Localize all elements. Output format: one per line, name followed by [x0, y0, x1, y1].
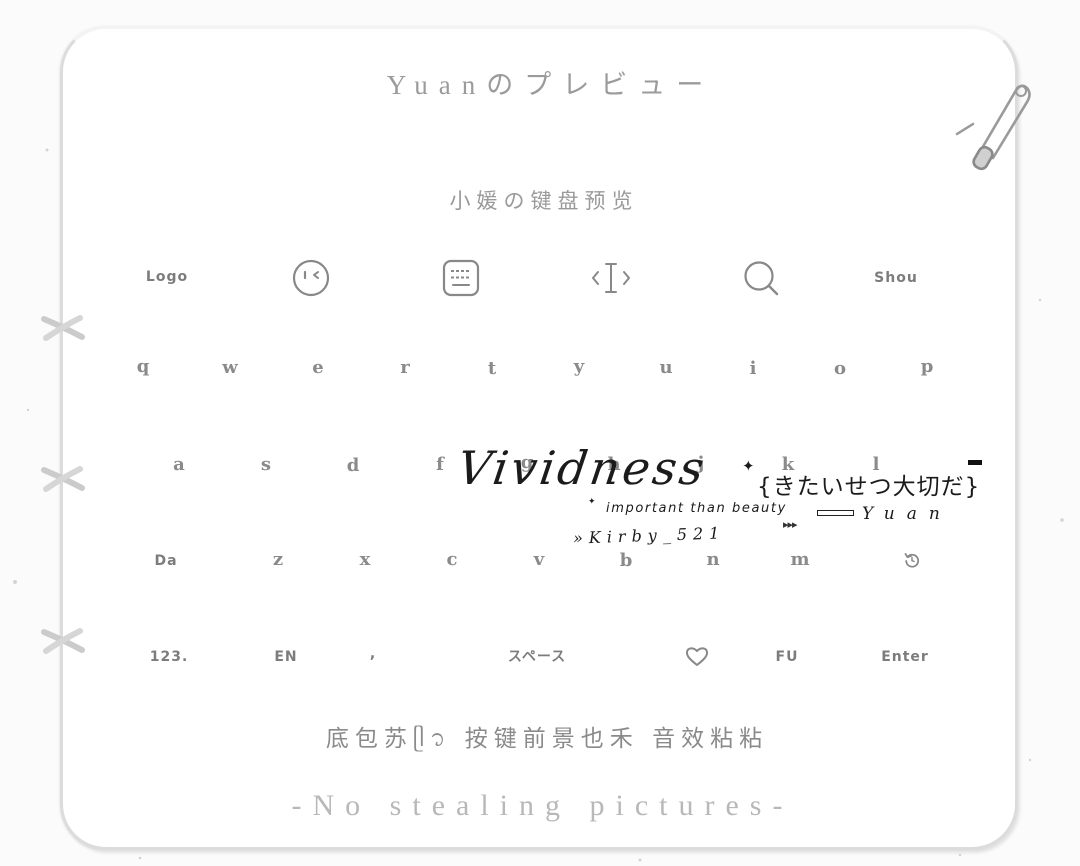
script-word: Vividness — [454, 441, 711, 495]
fu-key[interactable]: FU — [776, 650, 799, 664]
key-e[interactable]: e — [312, 359, 323, 377]
signature: Yuan — [862, 504, 952, 524]
key-m[interactable]: m — [790, 551, 809, 569]
credits-line: 底包苏ᥫ᭡ 按键前景也禾 音效粘粘 — [325, 726, 769, 752]
tagline: important than beauty — [606, 501, 787, 516]
key-y[interactable]: y — [574, 358, 584, 376]
stitch-cross-icon — [38, 626, 88, 656]
japanese-phrase: {きたいせつ大切だ} — [757, 474, 981, 500]
key-s[interactable]: s — [261, 456, 271, 474]
key-v[interactable]: v — [534, 551, 544, 569]
stitch-cross-icon — [38, 464, 88, 494]
key-u[interactable]: u — [659, 359, 672, 377]
keyboard-icon[interactable] — [441, 258, 481, 298]
watermark-footer: -No stealing pictures- — [291, 789, 794, 822]
collapse-key[interactable]: Shou — [874, 271, 918, 285]
key-f[interactable]: f — [436, 456, 444, 474]
key-z[interactable]: z — [273, 551, 283, 569]
enter-key[interactable]: Enter — [881, 650, 929, 664]
key-b[interactable]: b — [620, 552, 633, 570]
language-key[interactable]: EN — [274, 650, 297, 664]
key-n[interactable]: n — [706, 551, 719, 569]
key-r[interactable]: r — [400, 359, 409, 377]
comma-key[interactable]: , — [370, 647, 376, 661]
space-key[interactable]: スペース — [508, 650, 566, 664]
key-c[interactable]: c — [447, 551, 458, 569]
page-title: Yuanのプレビュー — [386, 70, 715, 100]
key-x[interactable]: x — [360, 551, 371, 569]
arrows-decoration: ▸▸▸ — [783, 518, 798, 531]
key-o[interactable]: o — [834, 360, 846, 378]
search-icon[interactable] — [741, 258, 781, 298]
numbers-key[interactable]: 123. — [150, 650, 189, 664]
key-d[interactable]: d — [347, 457, 360, 475]
stitch-cross-icon — [38, 313, 88, 343]
emoji-face-icon[interactable] — [291, 258, 331, 298]
logo-key[interactable]: Logo — [146, 270, 188, 284]
black-bar-decoration — [968, 460, 982, 465]
key-da[interactable]: Da — [154, 554, 177, 568]
key-t[interactable]: t — [488, 360, 496, 378]
key-a[interactable]: a — [173, 456, 185, 474]
cursor-icon[interactable] — [589, 258, 633, 298]
double-line-decoration — [817, 510, 854, 516]
heart-icon[interactable] — [685, 645, 709, 667]
sparkle-icon: ✦ — [742, 457, 755, 475]
key-i[interactable]: i — [750, 360, 757, 378]
undo-icon[interactable] — [903, 551, 921, 569]
key-q[interactable]: q — [137, 358, 150, 376]
key-p[interactable]: p — [921, 358, 934, 376]
sparkle-icon: ✦ — [588, 497, 596, 507]
key-w[interactable]: w — [222, 359, 238, 377]
page-subtitle: 小媛の键盘预览 — [449, 189, 639, 213]
